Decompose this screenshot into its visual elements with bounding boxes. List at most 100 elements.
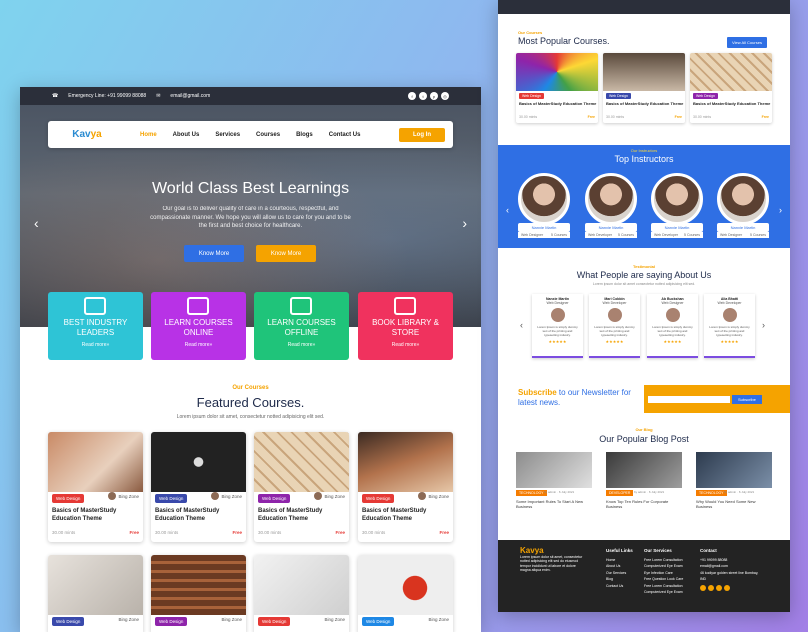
feature-card-leaders[interactable]: BEST INDUSTRY LEADERS Read more» <box>48 292 143 360</box>
category-badge[interactable]: Web Design <box>258 617 291 626</box>
course-title[interactable]: Basics of MasterStudy Education Theme <box>606 101 683 106</box>
feature-card-offline[interactable]: LEARN COURSES OFFLINE Read more» <box>254 292 349 360</box>
course-title[interactable]: Basics of MasterStudy Education Theme <box>693 101 770 106</box>
read-more-link[interactable]: Read more» <box>254 340 349 350</box>
newsletter-email-input[interactable] <box>648 395 730 403</box>
instructor-card[interactable]: Nanxie Martin Web Designer 5 Courses <box>717 173 769 238</box>
course-card[interactable]: Web Design Bing Zone Basics of MasterStu… <box>358 432 453 542</box>
avatar <box>418 492 427 500</box>
category-badge[interactable]: Web Design <box>606 93 632 99</box>
twitter-icon[interactable] <box>708 584 714 591</box>
course-card[interactable]: Web Design Bing Zone Basics of MasterStu… <box>254 432 349 542</box>
category-badge[interactable]: DEVELOPER <box>606 490 634 496</box>
instagram-icon[interactable]: ◎ <box>441 92 449 100</box>
blog-title[interactable]: Know Top Ten Rules For Corporate Busines… <box>606 499 682 509</box>
chevron-left-icon[interactable]: ‹ <box>34 215 39 231</box>
course-title[interactable]: Basics of MasterStudy Education Theme <box>362 508 453 523</box>
read-more-link[interactable]: Read more» <box>151 340 246 350</box>
instructor-photo <box>518 173 570 225</box>
blog-card[interactable]: DEVELOPER by admin · 6 July 2021 Know To… <box>606 452 682 512</box>
subscribe-button[interactable]: Subscribe <box>732 394 762 404</box>
pinterest-icon[interactable]: p <box>430 92 438 100</box>
feature-card-library[interactable]: BOOK LIBRARY & STORE Read more» <box>358 292 453 360</box>
chevron-left-icon[interactable]: ‹ <box>506 205 509 215</box>
facebook-icon[interactable]: f <box>408 92 416 100</box>
blog-title[interactable]: Why Would You Need Some New Business <box>696 499 772 509</box>
avatar <box>108 492 117 500</box>
twitter-icon[interactable]: t <box>419 92 427 100</box>
nav-services[interactable]: Services <box>215 132 240 138</box>
footer-link[interactable]: Computerized Eye Exam <box>644 563 683 570</box>
testimonial-card: Ab Buckshan Web Designer Lorem Ipsum is s… <box>647 294 698 358</box>
feature-card-online[interactable]: LEARN COURSES ONLINE Read more» <box>151 292 246 360</box>
category-badge[interactable]: Web Design <box>693 93 719 99</box>
nav-contact[interactable]: Contact Us <box>329 132 361 138</box>
avatar <box>607 308 622 322</box>
read-more-link[interactable]: Read more» <box>358 340 453 350</box>
course-card[interactable]: Web Design Bing Zone <box>358 555 453 632</box>
course-card[interactable]: Web Design Bing Zone Basics of MasterStu… <box>151 432 246 542</box>
view-all-courses-button[interactable]: View All Courses <box>727 37 767 48</box>
instagram-icon[interactable] <box>724 584 730 591</box>
blog-card[interactable]: TECHNOLOGY by admin · 6 July 2021 Some I… <box>516 452 592 512</box>
blog-title[interactable]: Some Important Rules To Start A New Busi… <box>516 499 592 509</box>
category-badge[interactable]: Web Design <box>155 494 188 503</box>
pinterest-icon[interactable] <box>716 584 722 591</box>
course-card[interactable]: Web Design Bing Zone <box>151 555 246 632</box>
section-tag: Our Courses <box>232 385 269 391</box>
footer-link[interactable]: Contact Us <box>606 583 633 590</box>
nav-courses[interactable]: Courses <box>256 132 280 138</box>
chevron-right-icon[interactable]: › <box>779 205 782 215</box>
instructor-card[interactable]: Nanxie Martin Web Designer 5 Courses <box>518 173 570 238</box>
section-tag: Our Instructors <box>630 148 658 153</box>
instructor-card[interactable]: Nanxie Martin Web Developer 5 Courses <box>651 173 703 238</box>
category-badge[interactable]: Web Design <box>155 617 188 626</box>
course-card[interactable]: Web Design Bing Zone <box>254 555 349 632</box>
chevron-right-icon[interactable]: › <box>762 320 765 330</box>
duration: 30.00 mints <box>155 530 179 535</box>
mail-icon: ✉ <box>156 93 161 99</box>
read-more-link[interactable]: Read more» <box>48 340 143 350</box>
chevron-left-icon[interactable]: ‹ <box>520 320 523 330</box>
category-badge[interactable]: TECHNOLOGY <box>696 490 727 496</box>
nav-about[interactable]: About Us <box>173 132 200 138</box>
author: Bing Zone <box>221 617 242 622</box>
blog-image <box>516 452 592 488</box>
testimonial-card: Alia Bhatti Web Developer Lorem Ipsum is … <box>704 294 755 358</box>
category-badge[interactable]: Web Design <box>362 617 395 626</box>
know-more-button-1[interactable]: Know More <box>184 245 244 262</box>
course-title[interactable]: Basics of MasterStudy Education Theme <box>52 508 143 523</box>
course-card[interactable]: Web Design Basics of MasterStudy Educati… <box>603 53 685 123</box>
blog-card[interactable]: TECHNOLOGY by admin · 6 July 2021 Why Wo… <box>696 452 772 512</box>
course-card[interactable]: Web Design Basics of MasterStudy Educati… <box>516 53 598 123</box>
know-more-button-2[interactable]: Know More <box>256 245 316 262</box>
category-badge[interactable]: Web Design <box>52 617 85 626</box>
category-badge[interactable]: Web Design <box>258 494 291 503</box>
facebook-icon[interactable] <box>700 584 706 591</box>
course-image <box>254 432 349 492</box>
course-card[interactable]: Web Design Bing Zone Basics of MasterStu… <box>48 432 143 542</box>
section-title: Featured Courses. <box>196 395 305 410</box>
course-card[interactable]: Web Design Bing Zone <box>48 555 143 632</box>
email-text[interactable]: email@gmail.com <box>170 93 210 99</box>
nav-blogs[interactable]: Blogs <box>296 132 313 138</box>
footer-link[interactable]: Free Question Look Care <box>644 576 683 583</box>
price: Free <box>129 530 139 535</box>
category-badge[interactable]: Web Design <box>362 494 395 503</box>
category-badge[interactable]: TECHNOLOGY <box>516 490 547 496</box>
course-title[interactable]: Basics of MasterStudy Education Theme <box>155 508 246 523</box>
logo[interactable]: Kavya <box>56 129 118 140</box>
leader-icon <box>84 297 106 315</box>
course-card[interactable]: Web Design Basics of MasterStudy Educati… <box>690 53 772 123</box>
nav-home[interactable]: Home <box>140 132 157 138</box>
login-button[interactable]: Log In <box>399 127 445 142</box>
blog-image <box>606 452 682 488</box>
chevron-right-icon[interactable]: › <box>462 215 467 231</box>
category-badge[interactable]: Web Design <box>519 93 545 99</box>
category-badge[interactable]: Web Design <box>52 494 85 503</box>
footer-link[interactable]: Computerized Eye Exam <box>644 589 683 596</box>
course-title[interactable]: Basics of MasterStudy Education Theme <box>519 101 596 106</box>
instructor-card[interactable]: Nanxie Martin Web Developer 5 Courses <box>585 173 637 238</box>
course-title[interactable]: Basics of MasterStudy Education Theme <box>258 508 349 523</box>
author: Bing Zone <box>108 492 139 500</box>
